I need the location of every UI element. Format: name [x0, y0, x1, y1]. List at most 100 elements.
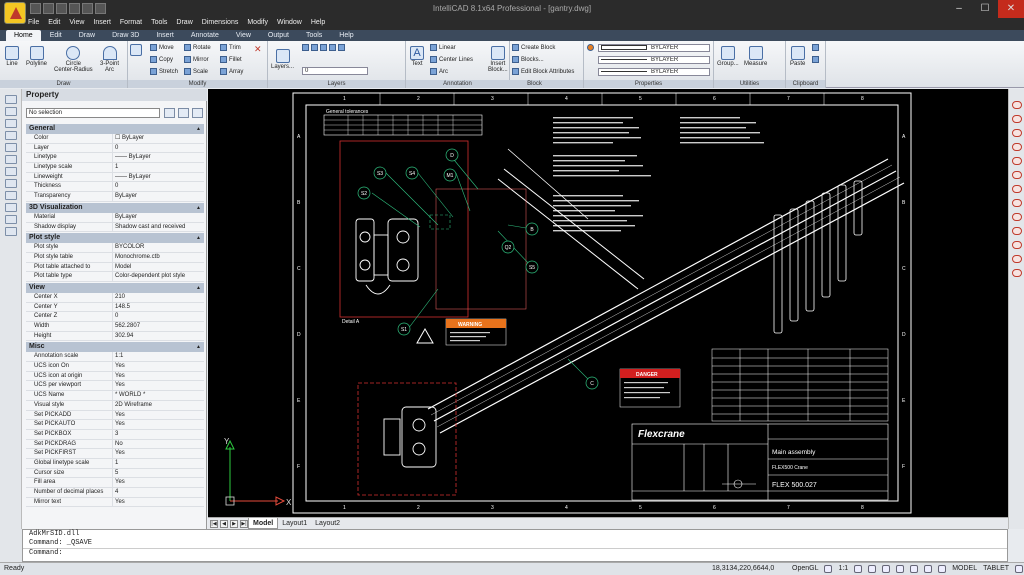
scale-button[interactable]: Scale	[184, 68, 208, 75]
property-value[interactable]: 562.2807	[112, 322, 204, 331]
color-select[interactable]: BYLAYER	[598, 44, 710, 52]
property-section-header[interactable]: Misc	[26, 342, 204, 353]
menu-tools[interactable]: Tools	[151, 17, 167, 29]
property-row[interactable]: Cursor size 5	[26, 468, 204, 479]
property-value[interactable]: 210	[112, 292, 204, 302]
property-row[interactable]: Fill area Yes	[26, 478, 204, 488]
property-value[interactable]: 148.5	[112, 302, 204, 312]
property-value[interactable]: Yes	[112, 497, 204, 507]
property-value[interactable]: Yes	[112, 410, 204, 420]
maximize-button[interactable]: ☐	[972, 0, 998, 18]
paste-button[interactable]: Paste	[790, 46, 805, 67]
property-row[interactable]: Center Y 148.5	[26, 302, 204, 313]
polar-icon[interactable]	[896, 565, 905, 573]
property-value[interactable]: Model	[112, 262, 204, 272]
last-tab-icon[interactable]: ▶|	[240, 519, 248, 528]
toggle-pickadd-icon[interactable]	[192, 108, 203, 118]
property-row[interactable]: Layer 0	[26, 143, 204, 154]
property-value[interactable]: 4	[112, 488, 204, 497]
tab-home[interactable]: Home	[6, 30, 41, 41]
cut-icon[interactable]	[812, 44, 821, 51]
close-button[interactable]: ✕	[998, 0, 1024, 18]
property-value[interactable]: 0	[112, 312, 204, 321]
property-value[interactable]: 302.94	[112, 331, 204, 341]
layout-tab-layout2[interactable]: Layout2	[311, 518, 344, 529]
property-value[interactable]: 3	[112, 429, 204, 439]
menu-format[interactable]: Format	[120, 17, 142, 29]
property-row[interactable]: Width 562.2807	[26, 322, 204, 332]
tool-polyline-icon[interactable]	[5, 107, 17, 116]
property-value[interactable]: No	[112, 439, 204, 449]
menu-insert[interactable]: Insert	[93, 17, 111, 29]
tool-arc-icon[interactable]	[5, 119, 17, 128]
drawing-canvas[interactable]: 1 1 2 2 3 3 4 4 5 5 6 6 7 7 8 8 A A B B C C D D E E F F General to…	[208, 89, 1008, 517]
tool-hatch-icon[interactable]	[5, 191, 17, 200]
layer-select[interactable]: 0	[302, 67, 368, 75]
property-value[interactable]: ☐ ByLayer	[112, 134, 204, 143]
property-row[interactable]: Plot style table Monochrome.ctb	[26, 252, 204, 263]
osnap-clear-icon[interactable]	[1012, 269, 1022, 277]
property-row[interactable]: Set PICKADD Yes	[26, 410, 204, 421]
property-row[interactable]: Set PICKBOX 3	[26, 429, 204, 440]
copy-button[interactable]: Copy	[150, 56, 173, 63]
select-button[interactable]	[130, 44, 142, 57]
property-row[interactable]: Material ByLayer	[26, 212, 204, 223]
edit-block-attributes-button[interactable]: Edit Block Attributes	[512, 68, 574, 75]
selection-dropdown[interactable]: No selection	[26, 108, 160, 118]
property-row[interactable]: Plot table type Color-dependent plot styl…	[26, 272, 204, 282]
property-row[interactable]: Center Z 0	[26, 312, 204, 322]
property-value[interactable]: Yes	[112, 449, 204, 458]
osnap-center-icon[interactable]	[1012, 129, 1022, 137]
select-objects-icon[interactable]	[178, 108, 189, 118]
center-lines-button[interactable]: Center Lines	[430, 56, 473, 63]
move-button[interactable]: Move	[150, 44, 174, 51]
layout-tab-layout1[interactable]: Layout1	[278, 518, 311, 529]
tool-line-icon[interactable]	[5, 95, 17, 104]
tab-insert[interactable]: Insert	[148, 30, 182, 41]
polyline-button[interactable]: Polyline	[26, 46, 47, 67]
lineweight-select[interactable]: BYLAYER	[598, 68, 710, 76]
tab-draw[interactable]: Draw	[71, 30, 103, 41]
minimize-button[interactable]: –	[946, 0, 972, 18]
property-value[interactable]: Color-dependent plot style	[112, 272, 204, 281]
property-value[interactable]: 1	[112, 458, 204, 468]
tab-view[interactable]: View	[228, 30, 259, 41]
tab-draw-3d[interactable]: Draw 3D	[104, 30, 147, 41]
tab-help[interactable]: Help	[331, 30, 361, 41]
grid-icon[interactable]	[868, 565, 877, 573]
esnap-icon[interactable]	[910, 565, 919, 573]
app-logo-icon[interactable]	[4, 2, 26, 24]
quick-select-icon[interactable]	[164, 108, 175, 118]
circle-button[interactable]: Circle Center-Radius	[54, 46, 93, 73]
osnap-endpoint-icon[interactable]	[1012, 101, 1022, 109]
erase-icon[interactable]: ✕	[254, 44, 262, 55]
property-section-header[interactable]: View	[26, 282, 204, 293]
menu-help[interactable]: Help	[311, 17, 325, 29]
tool-rectangle-icon[interactable]	[5, 155, 17, 164]
property-value[interactable]: Yes	[112, 381, 204, 391]
status-scale[interactable]: 1:1	[838, 563, 848, 575]
tool-point-icon[interactable]	[5, 215, 17, 224]
menu-window[interactable]: Window	[277, 17, 302, 29]
tab-output[interactable]: Output	[260, 30, 297, 41]
property-row[interactable]: UCS Name * WORLD *	[26, 391, 204, 401]
property-row[interactable]: Visual style 2D Wireframe	[26, 400, 204, 411]
text-button[interactable]: A Text	[410, 46, 424, 67]
property-row[interactable]: Mirror text Yes	[26, 497, 204, 508]
property-row[interactable]: Annotation scale 1:1	[26, 352, 204, 363]
settings-icon[interactable]	[1015, 565, 1024, 573]
property-value[interactable]: Yes	[112, 371, 204, 381]
tool-spline-icon[interactable]	[5, 179, 17, 188]
linetype-select[interactable]: BYLAYER	[598, 56, 710, 64]
property-value[interactable]: 2D Wireframe	[112, 400, 204, 410]
property-value[interactable]: —— ByLayer	[112, 172, 204, 182]
tool-text-icon[interactable]	[5, 203, 17, 212]
property-row[interactable]: Set PICKAUTO Yes	[26, 420, 204, 430]
osnap-quadrant-icon[interactable]	[1012, 157, 1022, 165]
property-value[interactable]: Yes	[112, 478, 204, 487]
property-row[interactable]: Linetype —— ByLayer	[26, 153, 204, 164]
property-row[interactable]: Height 302.94	[26, 331, 204, 342]
create-block-button[interactable]: Create Block	[512, 44, 555, 51]
osnap-node-icon[interactable]	[1012, 143, 1022, 151]
stretch-button[interactable]: Stretch	[150, 68, 178, 75]
